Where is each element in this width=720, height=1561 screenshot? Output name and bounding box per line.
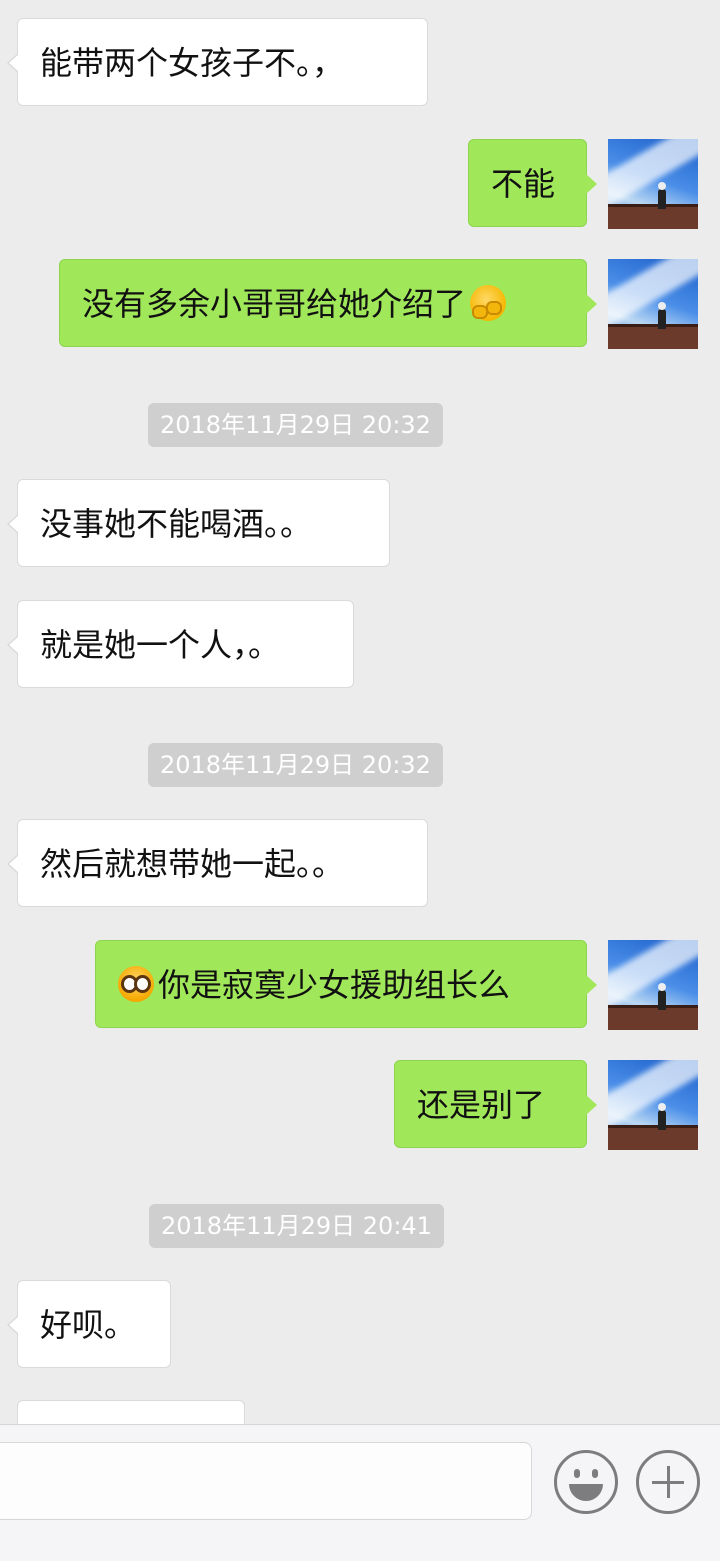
my-avatar[interactable] [608, 940, 698, 1030]
message-text: 不能 [491, 165, 556, 203]
my-avatar[interactable] [608, 139, 698, 229]
message-text: 能带两个女孩子不。， [40, 44, 345, 82]
incoming-message-bubble[interactable]: 能带两个女孩子不。， [7, 18, 428, 106]
pleading-face-emoji [118, 966, 154, 1002]
timestamp: 2018年11月29日 20:41 [149, 1204, 444, 1248]
incoming-message-bubble[interactable]: 好呗。 [7, 1280, 171, 1368]
outgoing-message-bubble[interactable]: 你是寂寞少女援助组长么 [95, 940, 597, 1028]
message-text: 好呗。 [40, 1306, 137, 1344]
incoming-message-bubble[interactable]: 就是她一个人，。 [7, 600, 354, 688]
incoming-message-bubble[interactable]: 然后就想带她一起。。 [7, 819, 428, 907]
smiley-face-icon[interactable] [554, 1450, 618, 1514]
outgoing-message-bubble[interactable]: 不能 [468, 139, 597, 227]
input-bar [0, 1424, 720, 1561]
message-text: 没事她不能喝酒。。 [40, 505, 313, 543]
incoming-message-bubble[interactable]: 没事她不能喝酒。。 [7, 479, 390, 567]
message-text: 然后就想带她一起。。 [40, 845, 345, 883]
outgoing-message-bubble[interactable]: 没有多余小哥哥给她介绍了 [59, 259, 597, 347]
message-text: 你是寂寞少女援助组长么 [158, 966, 511, 1004]
message-text: 还是别了 [417, 1086, 546, 1124]
hugging-face-emoji [470, 285, 507, 321]
message-input[interactable] [0, 1442, 532, 1520]
chat-history[interactable]: 能带两个女孩子不。， 不能 没有多余小哥哥给她介绍了 2018年11月29日 2… [0, 0, 720, 1424]
timestamp: 2018年11月29日 20:32 [148, 403, 443, 447]
message-text: 没有多余小哥哥给她介绍了 [82, 285, 467, 323]
outgoing-message-bubble[interactable]: 还是别了 [394, 1060, 597, 1148]
message-text: 就是她一个人，。 [40, 626, 281, 664]
incoming-message-bubble[interactable] [17, 1400, 245, 1424]
timestamp: 2018年11月29日 20:32 [148, 743, 443, 787]
my-avatar[interactable] [608, 1060, 698, 1150]
plus-circle-icon[interactable] [636, 1450, 700, 1514]
my-avatar[interactable] [608, 259, 698, 349]
